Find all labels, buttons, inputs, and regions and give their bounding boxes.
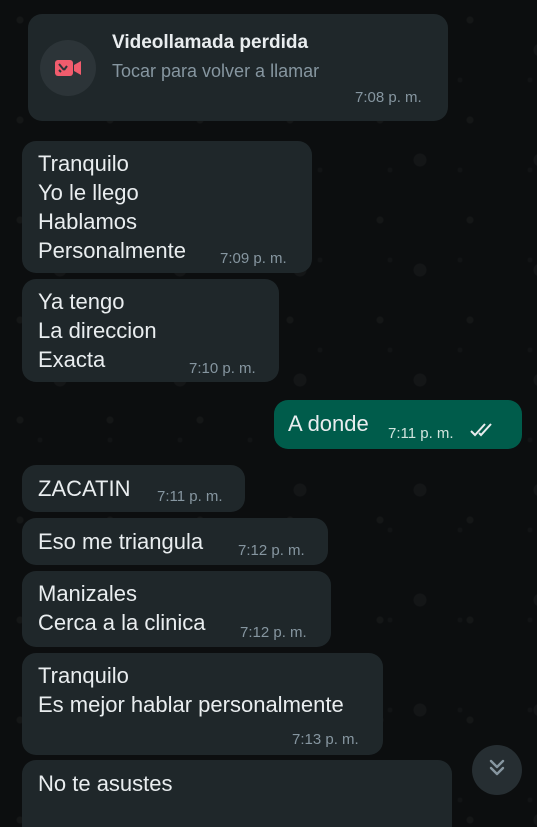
message-bubble[interactable]: Eso me triangula 7:12 p. m. xyxy=(22,518,328,565)
scroll-to-bottom-button[interactable] xyxy=(472,745,522,795)
message-time: 7:09 p. m. xyxy=(220,250,287,267)
message-text: Ya tengo La direccion Exacta xyxy=(38,289,157,372)
message-text: Tranquilo Es mejor hablar personalmente xyxy=(38,663,344,717)
missed-video-call-card[interactable]: Videollamada perdida Tocar para volver a… xyxy=(28,14,448,121)
missed-call-title: Videollamada perdida xyxy=(112,32,309,53)
message-text: A donde xyxy=(288,411,369,436)
message-text: Eso me triangula xyxy=(38,529,204,554)
message-time: 7:11 p. m. xyxy=(157,488,223,505)
message-time: 7:10 p. m. xyxy=(189,360,256,377)
message-text: Tranquilo Yo le llego Hablamos Personalm… xyxy=(38,151,186,263)
message-bubble[interactable]: Ya tengo La direccion Exacta 7:10 p. m. xyxy=(22,279,279,382)
message-time: 7:11 p. m. xyxy=(388,425,454,442)
message-bubble[interactable]: Manizales Cerca a la clinica 7:12 p. m. xyxy=(22,571,331,647)
message-time: 7:12 p. m. xyxy=(240,624,307,641)
missed-call-subtitle: Tocar para volver a llamar xyxy=(112,61,320,81)
message-time: 7:12 p. m. xyxy=(238,542,305,559)
read-receipt-icon xyxy=(470,422,496,443)
message-bubble[interactable]: No te asustes xyxy=(22,760,452,827)
message-text: No te asustes xyxy=(38,771,173,796)
message-time: 7:08 p. m. xyxy=(355,89,422,106)
message-bubble[interactable]: Tranquilo Es mejor hablar personalmente … xyxy=(22,653,383,755)
video-missed-icon xyxy=(40,40,96,96)
message-bubble[interactable]: ZACATIN 7:11 p. m. xyxy=(22,465,245,512)
outgoing-message-bubble[interactable]: A donde 7:11 p. m. xyxy=(274,400,522,449)
double-chevron-down-icon xyxy=(486,757,508,784)
message-text: Manizales Cerca a la clinica xyxy=(38,581,206,635)
message-text: ZACATIN xyxy=(38,476,131,501)
message-time: 7:13 p. m. xyxy=(292,731,359,748)
chat-background[interactable]: Videollamada perdida Tocar para volver a… xyxy=(0,0,537,827)
message-bubble[interactable]: Tranquilo Yo le llego Hablamos Personalm… xyxy=(22,141,312,273)
